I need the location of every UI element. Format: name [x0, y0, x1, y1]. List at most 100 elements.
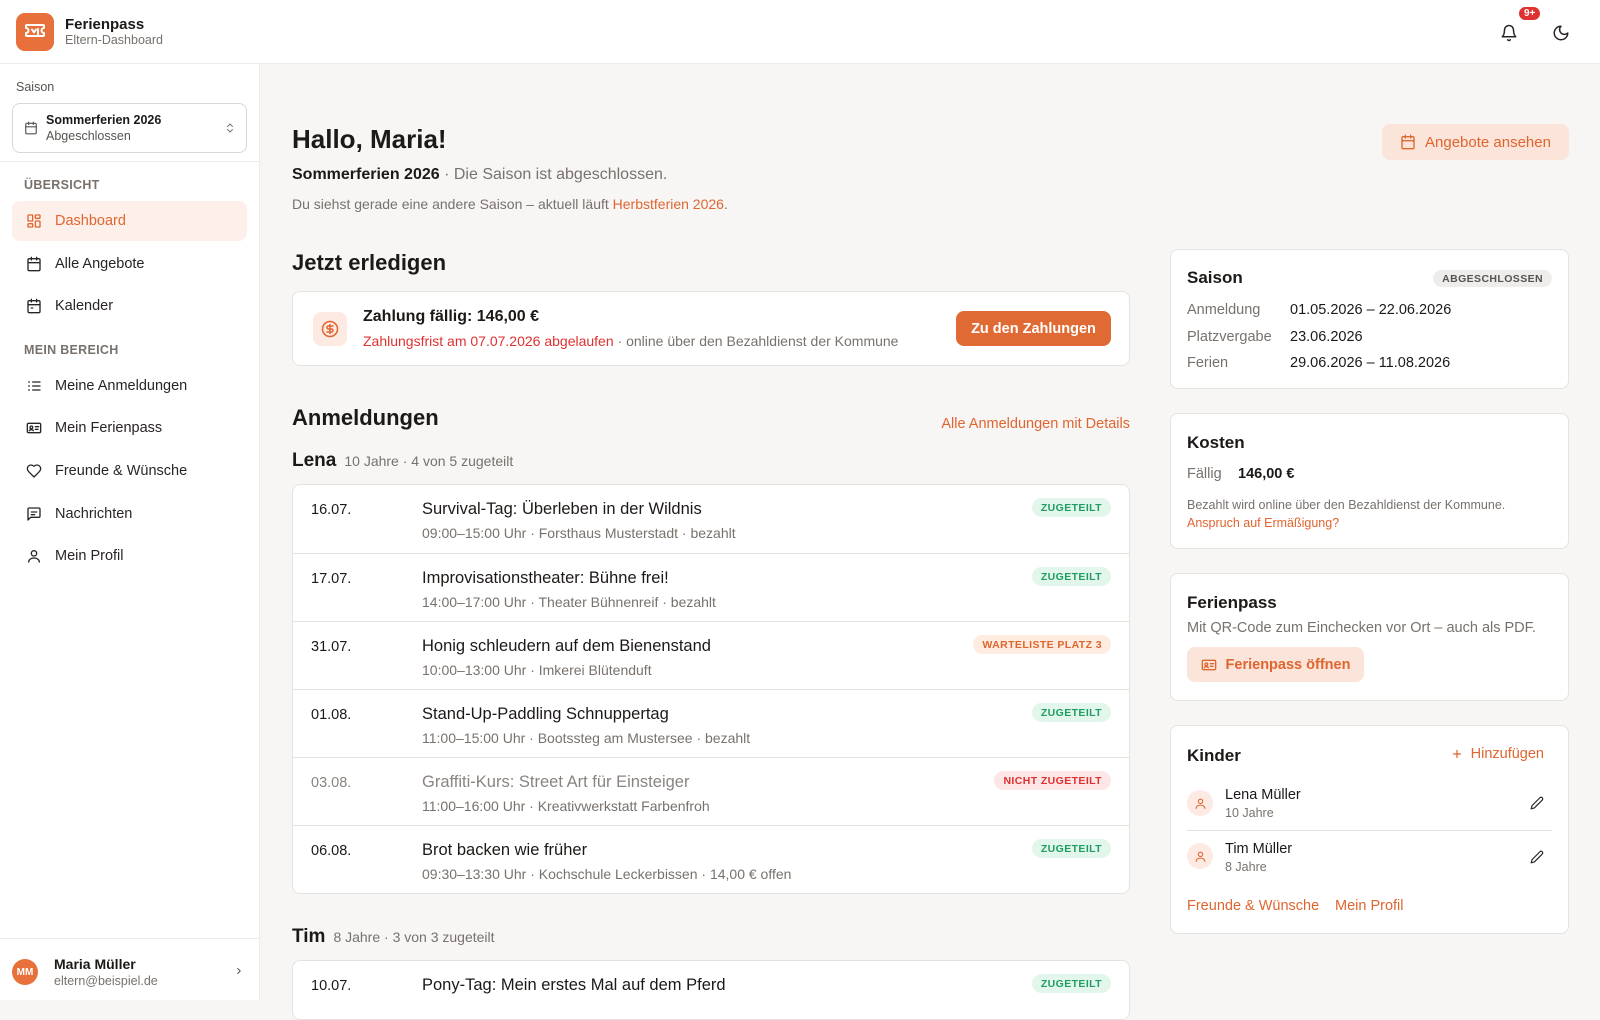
section-label-overview: ÜBERSICHT — [24, 178, 100, 192]
season-label: Saison — [16, 80, 55, 94]
table-row[interactable]: 01.08. Stand-Up-Paddling Schnuppertag 11… — [293, 689, 1129, 757]
sidebar-item-label: Nachrichten — [55, 506, 133, 522]
sidebar-item-alle-angebote[interactable]: Alle Angebote — [12, 244, 247, 284]
plus-icon — [1451, 748, 1463, 760]
payment-deadline: Zahlungsfrist am 07.07.2026 abgelaufen — [363, 333, 614, 349]
sidebar-item-dashboard[interactable]: Dashboard — [12, 201, 247, 241]
payment-subtitle: Zahlungsfrist am 07.07.2026 abgelaufen ·… — [363, 333, 898, 349]
sidebar-item-freunde[interactable]: Freunde & Wünsche — [12, 451, 247, 491]
user-icon — [25, 547, 43, 565]
season-select-status: Abgeschlossen — [46, 129, 131, 143]
heart-icon — [25, 462, 43, 480]
child-name: Tim — [292, 926, 326, 947]
reg-title: Improvisationstheater: Bühne frei! — [422, 569, 669, 587]
user-email: eltern@beispiel.de — [54, 974, 158, 988]
payment-title: Zahlung fällig: 146,00 € — [363, 308, 540, 325]
moon-icon[interactable] — [1548, 20, 1574, 46]
app-title: Ferienpass — [65, 16, 145, 33]
go-to-payments-button[interactable]: Zu den Zahlungen — [956, 311, 1111, 346]
current-season-link[interactable]: Herbstferien 2026 — [613, 196, 724, 212]
status-badge: ZUGETEILT — [1031, 498, 1111, 517]
pencil-icon[interactable] — [1528, 794, 1546, 812]
sidebar-item-mein-profil[interactable]: Mein Profil — [12, 536, 247, 576]
table-row[interactable]: 17.07. Improvisationstheater: Bühne frei… — [293, 553, 1129, 621]
table-row[interactable]: 16.07. Survival-Tag: Überleben in der Wi… — [293, 485, 1129, 553]
status-badge: ZUGETEILT — [1031, 839, 1111, 858]
registrations-heading: Anmeldungen — [292, 405, 439, 430]
child-name: Lena Müller — [1225, 787, 1301, 803]
sidebar-item-label: Freunde & Wünsche — [55, 463, 188, 479]
costs-note: Bezahlt wird online über den Bezahldiens… — [1187, 498, 1506, 512]
section-label-mine: MEIN BEREICH — [24, 343, 119, 357]
sidebar-divider — [0, 161, 259, 162]
table-row[interactable]: 06.08. Brot backen wie früher 09:30–13:3… — [293, 825, 1129, 893]
bell-icon[interactable] — [1496, 20, 1522, 46]
reg-date: 31.07. — [311, 639, 352, 655]
reg-title: Honig schleudern auf dem Bienenstand — [422, 637, 711, 655]
all-registrations-link[interactable]: Alle Anmeldungen mit Details — [941, 416, 1130, 432]
user-icon — [1187, 843, 1213, 869]
sidebar-item-label: Kalender — [55, 298, 114, 314]
status-badge: ZUGETEILT — [1031, 974, 1111, 993]
child-age: 10 Jahre — [1225, 806, 1274, 820]
costs-due-value: 146,00 € — [1238, 466, 1295, 482]
season-select-name: Sommerferien 2026 — [46, 113, 162, 127]
friends-wishes-link[interactable]: Freunde & Wünsche — [1187, 898, 1319, 914]
season-name: Sommerferien 2026 — [292, 166, 440, 183]
season-row-label: Platzvergabe — [1187, 329, 1272, 345]
child-name: Lena — [292, 450, 337, 471]
offers-button[interactable]: Angebote ansehen — [1382, 124, 1569, 160]
ticket-logo-icon[interactable] — [16, 13, 54, 51]
table-row[interactable]: 03.08. Graffiti-Kurs: Street Art für Ein… — [293, 757, 1129, 825]
season-info-line: Du siehst gerade eine andere Saison – ak… — [292, 196, 728, 212]
reg-title: Pony-Tag: Mein erstes Mal auf dem Pferd — [422, 976, 726, 994]
sidebar-footer-divider — [0, 938, 259, 939]
reg-details: 11:00–15:00 Uhr · Bootssteg am Mustersee… — [422, 730, 751, 746]
reg-details: 14:00–17:00 Uhr · Theater Bühnenreif · b… — [422, 594, 716, 610]
notification-badge: 9+ — [1517, 5, 1543, 22]
reg-date: 10.07. — [311, 978, 352, 994]
sidebar-item-label: Mein Ferienpass — [55, 420, 163, 436]
season-card: Saison ABGESCHLOSSEN Anmeldung 01.05.202… — [1170, 249, 1569, 389]
status-badge: ZUGETEILT — [1031, 703, 1111, 722]
table-row[interactable]: 31.07. Honig schleudern auf dem Bienenst… — [293, 621, 1129, 689]
sidebar-item-mein-ferienpass[interactable]: Mein Ferienpass — [12, 408, 247, 448]
app-subtitle: Eltern-Dashboard — [65, 33, 163, 47]
sidebar-item-nachrichten[interactable]: Nachrichten — [12, 494, 247, 534]
children-card-title: Kinder — [1187, 746, 1241, 765]
season-row-label: Anmeldung — [1187, 302, 1261, 318]
child-age: 8 Jahre — [1225, 860, 1267, 874]
registrations-tim: 10.07. Pony-Tag: Mein erstes Mal auf dem… — [292, 960, 1130, 1020]
id-card-icon — [1201, 657, 1217, 673]
season-row-value: 29.06.2026 – 11.08.2026 — [1290, 355, 1451, 371]
reg-details: 11:00–16:00 Uhr · Kreativwerkstatt Farbe… — [422, 798, 710, 814]
calendar-icon — [24, 121, 38, 135]
reg-date: 17.07. — [311, 571, 352, 587]
dashboard-icon — [25, 212, 43, 230]
season-select[interactable]: Sommerferien 2026 Abgeschlossen — [12, 103, 247, 153]
child-meta: 10 Jahre · 4 von 5 zugeteilt — [344, 453, 514, 469]
calendar-icon — [1400, 134, 1416, 150]
reg-date: 01.08. — [311, 707, 352, 723]
sidebar-item-kalender[interactable]: Kalender — [12, 286, 247, 326]
pencil-icon[interactable] — [1528, 848, 1546, 866]
user-name[interactable]: Maria Müller — [54, 956, 136, 972]
reg-details: 09:30–13:30 Uhr · Kochschule Leckerbisse… — [422, 866, 792, 882]
top-bar: Ferienpass Eltern-Dashboard 9+ — [0, 0, 1600, 64]
status-badge: ABGESCHLOSSEN — [1433, 270, 1552, 287]
discount-link[interactable]: Anspruch auf Ermäßigung? — [1187, 516, 1339, 530]
status-badge: ZUGETEILT — [1031, 567, 1111, 586]
avatar[interactable]: MM — [12, 959, 38, 985]
children-card: Kinder Hinzufügen Lena Müller 10 Jahre T… — [1170, 725, 1569, 934]
table-row[interactable]: 10.07. Pony-Tag: Mein erstes Mal auf dem… — [293, 961, 1129, 1019]
reg-date: 16.07. — [311, 502, 352, 518]
status-badge: NICHT ZUGETEILT — [994, 771, 1111, 790]
open-pass-button[interactable]: Ferienpass öffnen — [1187, 647, 1364, 682]
chevron-right-icon[interactable] — [234, 964, 244, 978]
sidebar-item-meine-anmeldungen[interactable]: Meine Anmeldungen — [12, 366, 247, 406]
sidebar-item-label: Mein Profil — [55, 548, 124, 564]
registrations-lena: 16.07. Survival-Tag: Überleben in der Wi… — [292, 484, 1130, 894]
my-profile-link[interactable]: Mein Profil — [1335, 898, 1404, 914]
add-child-button[interactable]: Hinzufügen — [1451, 746, 1544, 762]
reg-date: 06.08. — [311, 843, 352, 859]
